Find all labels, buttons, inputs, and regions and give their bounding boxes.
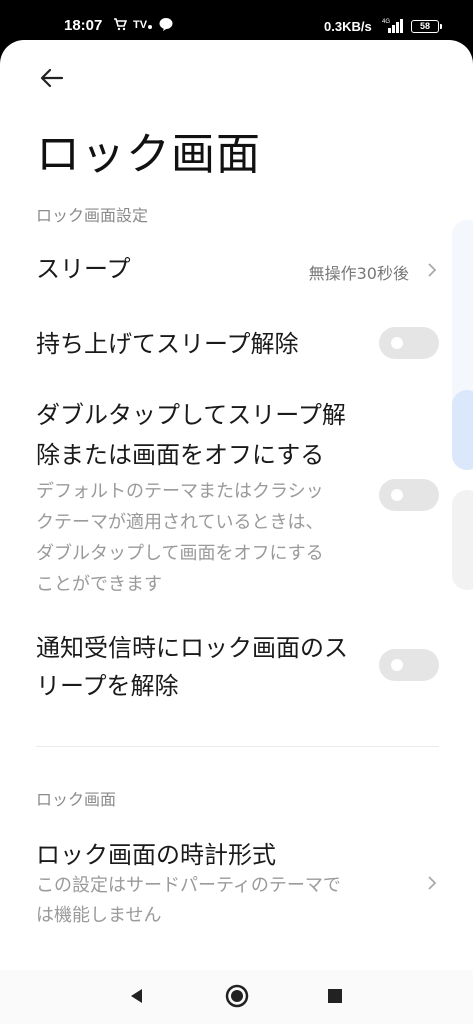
svg-text:TV: TV bbox=[133, 19, 148, 31]
edge-floating-panel-secondary bbox=[452, 490, 473, 590]
clock-format-desc-line1: この設定はサードパーティのテーマで bbox=[36, 875, 341, 896]
back-arrow-icon[interactable] bbox=[36, 62, 68, 94]
section-divider bbox=[36, 746, 439, 747]
chevron-right-icon bbox=[428, 263, 437, 277]
toggle-knob bbox=[391, 659, 403, 671]
notification-wake-label-line2: リープを解除 bbox=[36, 672, 179, 700]
double-tap-label-line1: ダブルタップしてスリープ解 bbox=[36, 401, 346, 429]
svg-text:4G: 4G bbox=[382, 19, 390, 25]
status-network-speed: 0.3KB/s bbox=[324, 19, 372, 34]
lift-to-wake-toggle[interactable] bbox=[379, 327, 439, 359]
nav-recents-icon[interactable] bbox=[327, 988, 343, 1004]
nav-back-icon[interactable] bbox=[128, 987, 146, 1005]
notification-wake-toggle[interactable] bbox=[379, 649, 439, 681]
sleep-value: 無操作30秒後 bbox=[308, 264, 409, 283]
lift-to-wake-label: 持ち上げてスリープ解除 bbox=[36, 330, 299, 358]
status-time: 18:07 bbox=[64, 17, 103, 34]
sleep-label: スリープ bbox=[36, 255, 131, 283]
cart-icon bbox=[114, 18, 127, 31]
battery-indicator: 58 bbox=[411, 20, 442, 33]
edge-floating-panel-accent bbox=[452, 390, 473, 470]
nav-home-icon[interactable] bbox=[225, 984, 249, 1008]
notification-wake-label-line1: 通知受信時にロック画面のス bbox=[36, 634, 348, 662]
clock-format-desc-line2: は機能しません bbox=[36, 905, 162, 926]
toggle-knob bbox=[391, 489, 403, 501]
double-tap-label-line2: 除または画面をオフにする bbox=[36, 441, 325, 469]
double-tap-desc-line2: クテーマが適用されているときは、 bbox=[36, 512, 324, 533]
toggle-knob bbox=[391, 337, 403, 349]
settings-sheet: ロック画面 ロック画面設定 スリープ 無操作30秒後 持ち上げてスリープ解除 ダ… bbox=[0, 40, 473, 970]
navigation-bar bbox=[0, 970, 473, 1024]
tver-icon: TV bbox=[133, 19, 152, 31]
status-app-icons: TV bbox=[113, 17, 173, 31]
section-header-lock-settings: ロック画面設定 bbox=[36, 206, 149, 225]
signal-icon: 4G bbox=[382, 19, 403, 33]
double-tap-desc-line4: ことができます bbox=[36, 574, 162, 595]
line-icon bbox=[159, 18, 173, 31]
page-title: ロック画面 bbox=[36, 129, 261, 180]
double-tap-desc-line1: デフォルトのテーマまたはクラシッ bbox=[36, 481, 324, 502]
double-tap-toggle[interactable] bbox=[379, 479, 439, 511]
double-tap-desc-line3: ダブルタップして画面をオフにする bbox=[36, 543, 324, 564]
chevron-right-icon bbox=[428, 876, 437, 890]
section-header-lock-screen: ロック画面 bbox=[36, 790, 117, 809]
